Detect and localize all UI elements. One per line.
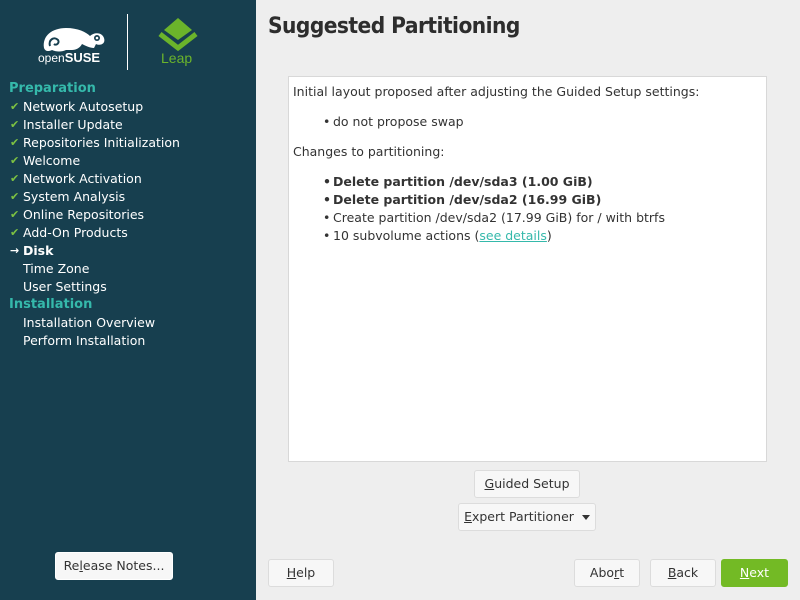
section-title-preparation: Preparation (9, 81, 96, 96)
step-installation-overview: Installation Overview (23, 315, 156, 330)
check-icon: ✔ (10, 172, 20, 185)
check-icon: ✔ (10, 208, 20, 221)
step-network-autosetup: ✔ Network Autosetup (10, 99, 144, 114)
next-button[interactable]: Next (721, 559, 788, 587)
step-disk: → Disk (10, 243, 54, 258)
back-button[interactable]: Back (650, 559, 716, 587)
change-item: Delete partition /dev/sda2 (16.99 GiB) (293, 191, 762, 209)
dropdown-caret-icon (581, 515, 590, 520)
subvolume-item: 10 subvolume actions (see details) (293, 227, 762, 245)
intro-text: Initial layout proposed after adjusting … (293, 84, 700, 99)
logo-area: openSUSE Leap (0, 0, 256, 78)
page-title: Suggested Partitioning (268, 14, 520, 39)
see-details-link[interactable]: see details (479, 228, 547, 243)
step-add-on-products: ✔ Add-On Products (10, 225, 128, 240)
change-item: Create partition /dev/sda2 (17.99 GiB) f… (293, 209, 762, 227)
leap-logo-icon (158, 18, 198, 52)
help-button[interactable]: Help (268, 559, 334, 587)
step-installer-update: ✔ Installer Update (10, 117, 123, 132)
wordmark-name: SUSE (64, 50, 101, 65)
step-online-repositories: ✔ Online Repositories (10, 207, 145, 222)
step-system-analysis: ✔ System Analysis (10, 189, 126, 204)
proposal-summary: Initial layout proposed after adjusting … (288, 76, 767, 462)
step-welcome: ✔ Welcome (10, 153, 81, 168)
check-icon: ✔ (10, 154, 20, 167)
check-icon: ✔ (10, 136, 20, 149)
release-notes-button[interactable]: Release Notes... (55, 552, 173, 580)
step-perform-installation: Perform Installation (23, 333, 146, 348)
installation-steps: Preparation ✔ Network Autosetup ✔ Installe… (0, 80, 256, 350)
guided-setup-button[interactable]: Guided Setup (474, 470, 580, 498)
check-icon: ✔ (10, 226, 20, 239)
step-user-settings: User Settings (23, 279, 107, 294)
step-repositories-initialization: ✔ Repositories Initialization (10, 135, 180, 150)
leap-wordmark: Leap (161, 50, 193, 66)
logo-divider (127, 14, 128, 70)
change-item: Delete partition /dev/sda3 (1.00 GiB) (293, 173, 762, 191)
check-icon: ✔ (10, 118, 20, 131)
check-icon: ✔ (10, 100, 20, 113)
setting-item: do not propose swap (293, 113, 762, 131)
wordmark-prefix: open (38, 51, 65, 65)
step-network-activation: ✔ Network Activation (10, 171, 142, 186)
section-title-installation: Installation (9, 297, 93, 312)
abort-button[interactable]: Abort (574, 559, 640, 587)
opensuse-wordmark: openSUSE (38, 50, 100, 65)
arrow-right-icon: → (10, 244, 20, 257)
expert-partitioner-button[interactable]: Expert Partitioner (458, 503, 596, 531)
changes-heading: Changes to partitioning: (293, 144, 445, 159)
step-time-zone: Time Zone (23, 261, 90, 276)
sidebar: openSUSE Leap Preparation ✔ Network Autos… (0, 0, 256, 600)
check-icon: ✔ (10, 190, 20, 203)
